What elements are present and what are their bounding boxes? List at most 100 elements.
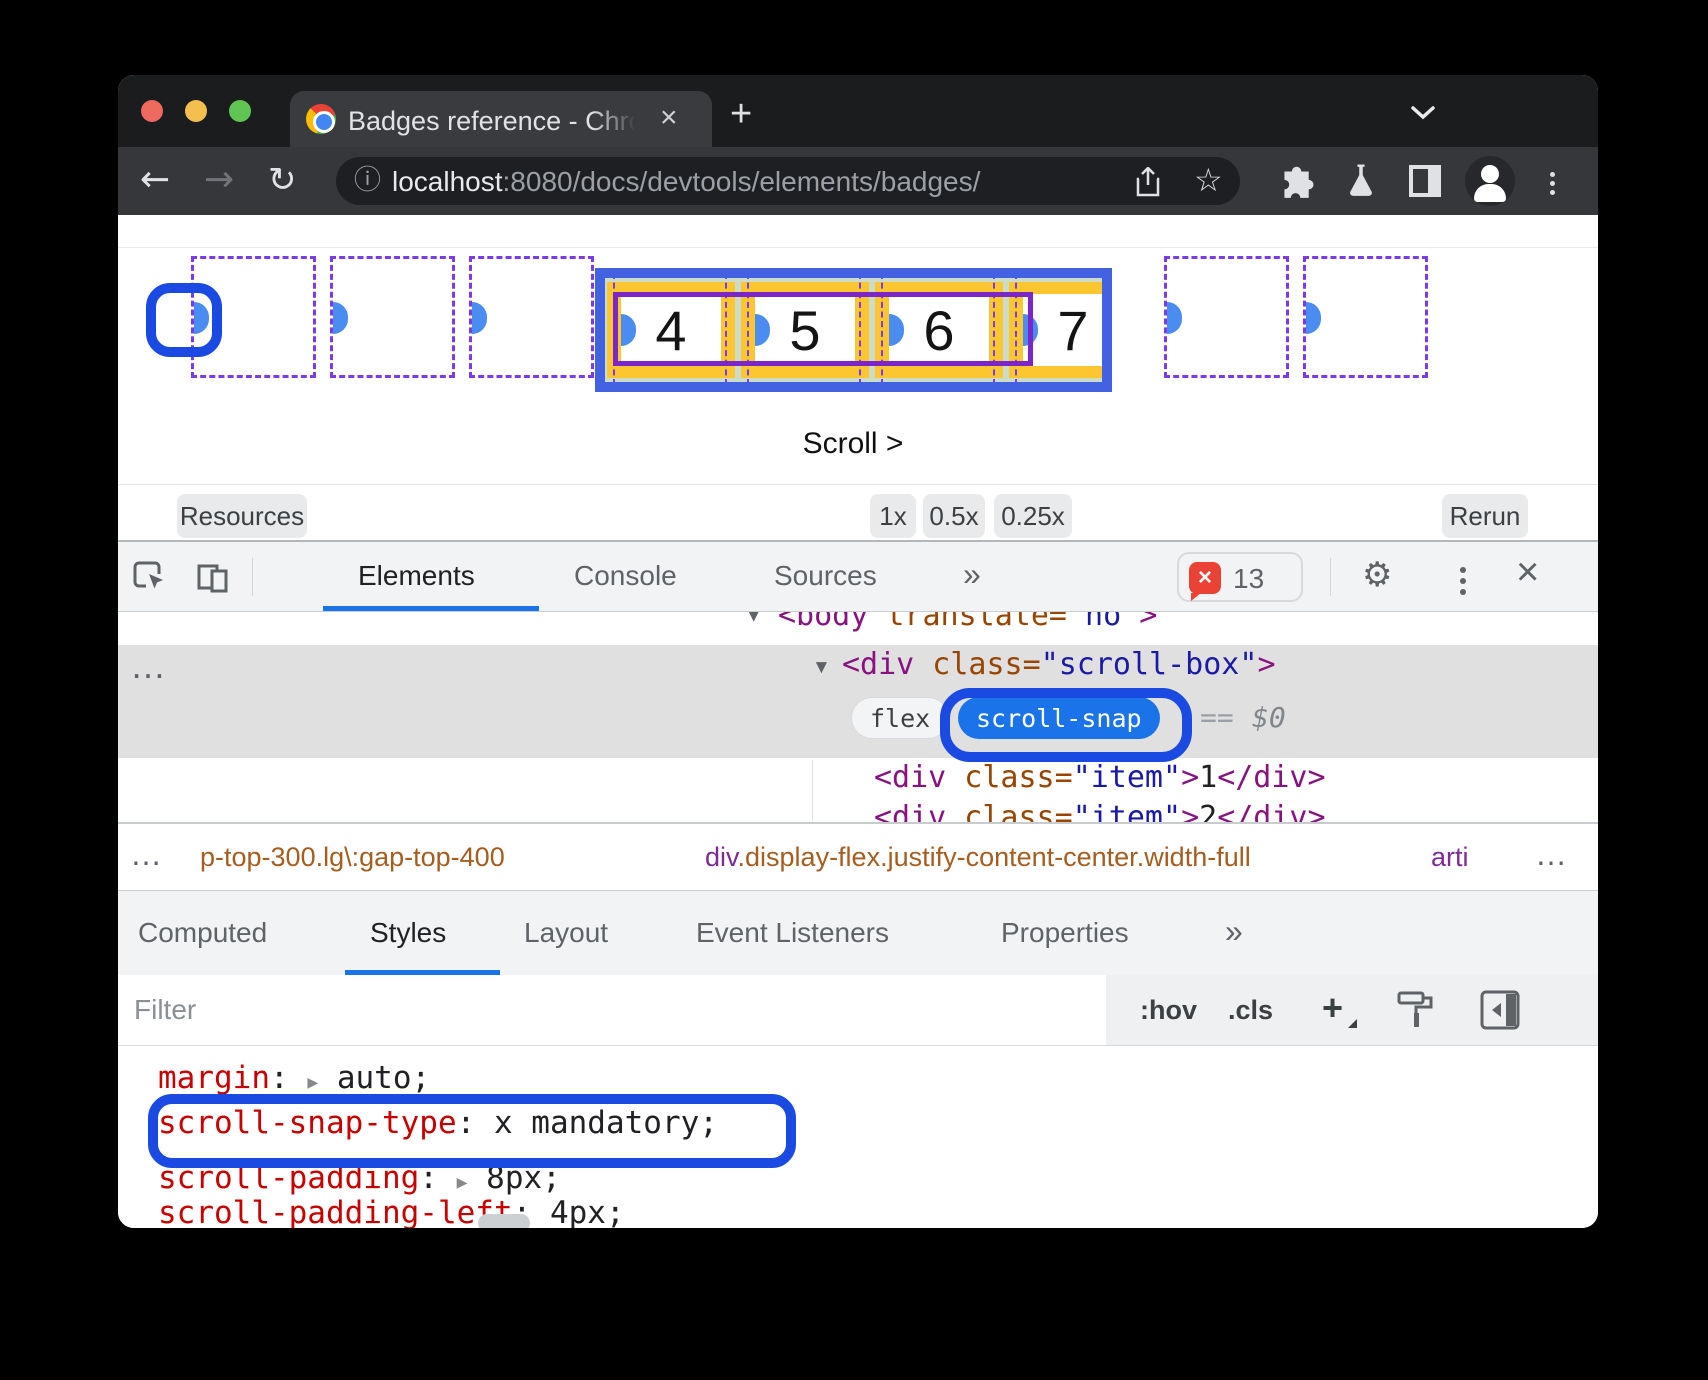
tab-computed[interactable]: Computed	[138, 917, 267, 949]
error-icon: ×	[1189, 562, 1221, 594]
dom-ellipsis[interactable]: …	[130, 645, 166, 687]
scroll-hint-label: Scroll >	[718, 427, 988, 461]
avatar-head	[1481, 165, 1499, 183]
tab-styles[interactable]: Styles	[370, 917, 446, 949]
style-declaration-margin[interactable]: margin: ▶ auto;	[158, 1060, 430, 1096]
tab-search-chevron-icon[interactable]	[1410, 105, 1436, 121]
more-sidebar-tabs-icon[interactable]: »	[1225, 913, 1243, 950]
tab-console[interactable]: Console	[574, 560, 677, 592]
dom-row-item-1[interactable]: <div class="item">1</div>	[874, 760, 1326, 795]
tab-elements[interactable]: Elements	[358, 560, 475, 592]
bookmark-star-icon[interactable]: ☆	[1194, 164, 1223, 196]
settings-gear-icon[interactable]: ⚙	[1362, 558, 1392, 592]
tab-properties[interactable]: Properties	[1001, 917, 1129, 949]
snap-point-dot	[333, 302, 348, 334]
styles-filter-bar: :hov .cls +	[118, 975, 1598, 1046]
profile-avatar[interactable]	[1465, 156, 1515, 206]
reload-icon[interactable]: ↻	[268, 163, 297, 197]
active-tab-underline	[323, 606, 539, 611]
tab-layout[interactable]: Layout	[524, 917, 608, 949]
devtools-menu-icon[interactable]	[1460, 562, 1466, 600]
browser-menu-icon[interactable]	[1550, 168, 1555, 199]
url-host: localhost	[392, 166, 503, 197]
expand-arrow-icon[interactable]: ▶	[307, 1072, 318, 1093]
browser-tab[interactable]: Badges reference - Chrome De ×	[290, 91, 712, 147]
sidebar-tabs: Computed Styles Layout Event Listeners P…	[118, 890, 1598, 975]
chrome-favicon-icon	[306, 104, 336, 134]
tab-event-listeners[interactable]: Event Listeners	[696, 917, 889, 949]
experiments-flask-icon[interactable]	[1343, 161, 1379, 201]
zoom-05x-button[interactable]: 0.5x	[923, 494, 985, 538]
tab-strip: Badges reference - Chrome De × +	[118, 75, 1598, 147]
paint-roller-icon[interactable]	[1396, 989, 1436, 1031]
back-icon[interactable]: ←	[140, 162, 170, 198]
styles-pane: margin: ▶ auto; scroll-snap-type: x mand…	[118, 1046, 1598, 1228]
traffic-light-close[interactable]	[141, 100, 163, 122]
error-count-badge[interactable]: × 13	[1177, 552, 1303, 602]
toggle-classes-button[interactable]: .cls	[1228, 995, 1273, 1026]
breadcrumb-crumb[interactable]: p-top-300.lg\:gap-top-400	[200, 842, 505, 873]
annotation-scroll-snap-type	[148, 1094, 796, 1168]
snap-area-box	[469, 256, 594, 378]
new-style-rule-button[interactable]: +	[1322, 987, 1343, 1029]
page-divider-bottom	[118, 484, 1598, 485]
collapse-arrow-icon[interactable]: ▼	[812, 657, 831, 679]
inspect-element-icon[interactable]	[132, 559, 168, 595]
dom-row-item-2[interactable]: <div class="item">2</div>	[874, 800, 1326, 822]
browser-toolbar: ← → ↻ ⓘ localhost:8080/docs/devtools/ele…	[118, 147, 1598, 215]
zoom-1x-button[interactable]: 1x	[870, 494, 916, 538]
devtools-panel: Elements Console Sources » × 13 ⚙ × ▼<bo…	[118, 540, 1598, 1228]
styles-filter-input[interactable]	[118, 975, 1106, 1045]
pane-scroll-nub	[478, 1214, 530, 1228]
collapse-arrow-icon[interactable]: ▼	[748, 612, 759, 626]
site-info-icon[interactable]: ⓘ	[354, 167, 381, 194]
snap-point-dot	[1167, 302, 1182, 334]
tab-close-icon[interactable]: ×	[660, 103, 678, 133]
snap-area-box	[1303, 256, 1428, 378]
snap-area-box	[1164, 256, 1289, 378]
page-content: 4 5 6 7	[118, 215, 1598, 540]
devtools-close-icon[interactable]: ×	[1516, 552, 1539, 592]
new-tab-button[interactable]: +	[730, 95, 752, 133]
toolbar-separator	[1330, 558, 1331, 596]
avatar-body	[1474, 184, 1506, 202]
error-count: 13	[1233, 563, 1264, 595]
more-tabs-icon[interactable]: »	[963, 556, 981, 593]
dom-scroll-box-tag: <div class="scroll-box">	[842, 647, 1276, 682]
snap-point-dot	[1306, 302, 1321, 334]
browser-window: Badges reference - Chrome De × + ← → ↻ ⓘ…	[118, 75, 1598, 1228]
style-declaration-scroll-padding-left[interactable]: scroll-padding-left: 4px;	[158, 1195, 625, 1228]
dom-row-scroll-box-selected[interactable]: … ▼ <div class="scroll-box"> flex scroll…	[118, 645, 1598, 758]
breadcrumb-crumb-selected[interactable]: div.display-flex.justify-content-center.…	[705, 842, 1251, 873]
snap-items-purple-outline	[613, 292, 1033, 366]
extensions-puzzle-icon[interactable]	[1276, 163, 1314, 201]
device-toolbar-icon[interactable]	[196, 559, 232, 595]
badge-flex[interactable]: flex	[851, 697, 949, 739]
address-bar[interactable]: ⓘ localhost:8080/docs/devtools/elements/…	[336, 157, 1240, 205]
toggle-hover-state-button[interactable]: :hov	[1140, 995, 1197, 1026]
rerun-button[interactable]: Rerun	[1442, 494, 1528, 538]
sidebar-position-icon[interactable]	[1479, 989, 1521, 1031]
page-divider-top	[118, 247, 1598, 248]
forward-icon[interactable]: →	[204, 162, 234, 198]
snap-item-number: 7	[1057, 298, 1088, 363]
tab-sources[interactable]: Sources	[774, 560, 877, 592]
dom-equals: ==	[1200, 701, 1234, 734]
snap-point-dot	[472, 302, 487, 334]
expand-arrow-icon[interactable]: ▶	[457, 1172, 468, 1193]
breadcrumb: … p-top-300.lg\:gap-top-400 div.display-…	[118, 822, 1598, 890]
scroll-snap-viewport[interactable]: 4 5 6 7	[595, 268, 1112, 392]
share-icon[interactable]	[1134, 167, 1162, 197]
breadcrumb-overflow-right[interactable]: …	[1535, 836, 1567, 873]
url-text: localhost:8080/docs/devtools/elements/ba…	[392, 166, 980, 198]
traffic-light-minimize[interactable]	[185, 100, 207, 122]
resources-button[interactable]: Resources	[177, 494, 307, 538]
tab-title-fade	[592, 103, 654, 139]
side-panel-icon[interactable]	[1408, 164, 1442, 198]
breadcrumb-crumb[interactable]: arti	[1431, 842, 1469, 873]
zoom-025x-button[interactable]: 0.25x	[994, 494, 1072, 538]
traffic-light-zoom[interactable]	[229, 100, 251, 122]
dom-tree: ▼<body translate="no"> … ▼ <div class="s…	[118, 612, 1598, 822]
breadcrumb-overflow-left[interactable]: …	[130, 836, 162, 873]
annotation-scroll-snap-badge	[940, 688, 1192, 762]
